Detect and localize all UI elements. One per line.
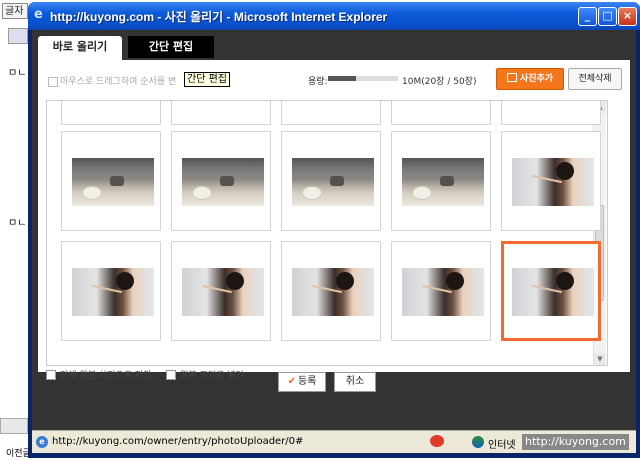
photo-thumbnail bbox=[402, 268, 484, 316]
check-icon: ✔ bbox=[287, 376, 296, 387]
security-icon[interactable] bbox=[430, 435, 444, 447]
photo-thumbnail bbox=[402, 158, 484, 206]
photo-cell[interactable] bbox=[61, 131, 161, 231]
save-original-checkbox[interactable] bbox=[46, 370, 56, 380]
photo-thumbnail bbox=[72, 158, 154, 206]
photo-cell[interactable] bbox=[391, 241, 491, 341]
add-photo-label: 사진추가 bbox=[519, 74, 554, 84]
scroll-down-icon[interactable]: ▼ bbox=[594, 353, 606, 365]
photo-thumbnail bbox=[292, 158, 374, 206]
add-photo-button[interactable]: 사진추가 bbox=[496, 68, 564, 90]
tooltip: 간단 편집 bbox=[184, 72, 230, 87]
register-button[interactable]: ✔ 등록 bbox=[278, 372, 326, 392]
ie-logo-icon: e bbox=[34, 7, 43, 22]
original-size-label: 원본 크기로 넣기 bbox=[180, 371, 244, 381]
drag-hint-text: 마우스로 드래그하여 순서를 변 bbox=[60, 77, 177, 87]
photo-cell[interactable] bbox=[281, 131, 381, 231]
photo-icon bbox=[506, 73, 517, 82]
photo-thumbnail bbox=[182, 268, 264, 316]
photo-cell[interactable] bbox=[391, 131, 491, 231]
delete-all-button[interactable]: 전체삭제 bbox=[568, 68, 622, 90]
photo-cell[interactable] bbox=[171, 241, 271, 341]
image-icon[interactable] bbox=[8, 28, 28, 44]
capacity-value: 10M(20장 / 50장) bbox=[402, 77, 477, 87]
photo-cell-partial[interactable] bbox=[501, 101, 601, 125]
photo-cell[interactable] bbox=[171, 131, 271, 231]
internet-zone-icon bbox=[472, 436, 484, 448]
photo-cell-partial[interactable] bbox=[171, 101, 271, 125]
page-icon: e bbox=[36, 436, 48, 448]
status-url: http://kuyong.com/owner/entry/photoUploa… bbox=[52, 436, 304, 447]
uploader-frame: 바로 올리기 간단 편집 마우스로 드래그하여 순서를 변 간단 편집 용량: … bbox=[32, 30, 636, 430]
original-size-checkbox[interactable] bbox=[166, 370, 176, 380]
photo-cell[interactable] bbox=[501, 131, 601, 231]
background-label: ㅁㄴ bbox=[8, 218, 27, 229]
photo-thumbnail bbox=[72, 268, 154, 316]
photo-cell-partial[interactable] bbox=[61, 101, 161, 125]
photo-cell[interactable] bbox=[61, 241, 161, 341]
cancel-button[interactable]: 취소 bbox=[334, 372, 376, 392]
photo-thumbnail bbox=[182, 158, 264, 206]
tab-simple-edit[interactable]: 간단 편집 bbox=[128, 36, 214, 58]
status-bar: e http://kuyong.com/owner/entry/photoUpl… bbox=[32, 430, 636, 453]
photo-cell-partial[interactable] bbox=[391, 101, 491, 125]
photo-cell-partial[interactable] bbox=[281, 101, 381, 125]
background-scroll-left[interactable] bbox=[0, 418, 28, 434]
photo-thumbnail bbox=[512, 158, 594, 206]
minimize-button[interactable]: _ bbox=[578, 7, 597, 26]
photo-thumbnail bbox=[512, 268, 594, 316]
status-zone: 인터넷 bbox=[488, 440, 516, 451]
ie-popup-window: e http://kuyong.com - 사진 올리기 - Microsoft… bbox=[28, 2, 640, 458]
background-label: ㅁㄴ bbox=[8, 68, 27, 79]
tab-direct-upload[interactable]: 바로 올리기 bbox=[38, 36, 122, 60]
upload-toolbar: 마우스로 드래그하여 순서를 변 간단 편집 용량: 10M(20장 / 50장… bbox=[38, 60, 630, 100]
photo-thumbnail bbox=[292, 268, 374, 316]
register-label: 등록 bbox=[297, 376, 317, 387]
maximize-button[interactable]: □ bbox=[598, 7, 617, 26]
capacity-bar-fill bbox=[328, 76, 356, 81]
watermark: http://kuyong.com bbox=[522, 434, 629, 450]
title-bar[interactable]: e http://kuyong.com - 사진 올리기 - Microsoft… bbox=[28, 2, 640, 30]
close-button[interactable]: × bbox=[618, 7, 637, 26]
photo-cell-selected[interactable] bbox=[501, 241, 601, 341]
save-original-label: 전체 원본 사진으로 저장 bbox=[60, 371, 152, 381]
upload-panel: 마우스로 드래그하여 순서를 변 간단 편집 용량: 10M(20장 / 50장… bbox=[38, 60, 630, 381]
photo-grid: ▲ ▼ bbox=[46, 100, 608, 366]
window-title: http://kuyong.com - 사진 올리기 - Microsoft I… bbox=[50, 10, 388, 24]
capacity-bar bbox=[328, 76, 398, 81]
capacity-label: 용량: bbox=[308, 77, 328, 87]
background-text-button[interactable]: 글자 bbox=[2, 3, 28, 19]
drag-hint-checkbox bbox=[48, 77, 58, 87]
photo-cell[interactable] bbox=[281, 241, 381, 341]
